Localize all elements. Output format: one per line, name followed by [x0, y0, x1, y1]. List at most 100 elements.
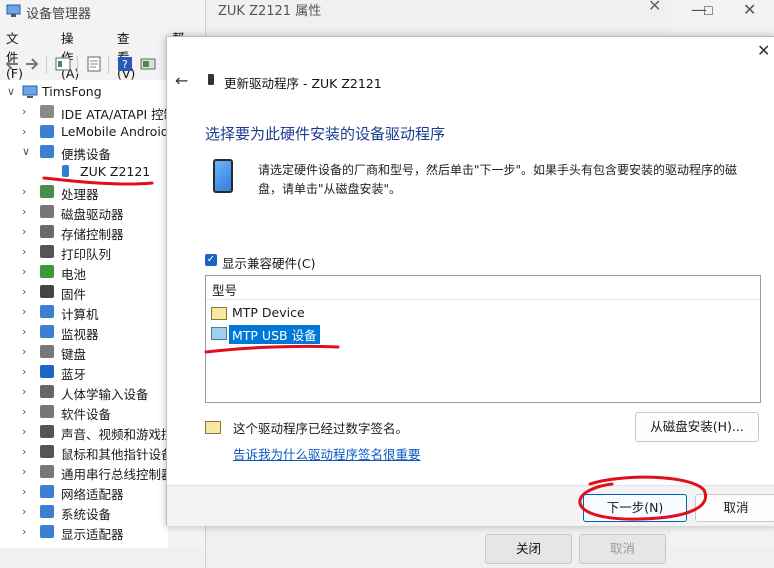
have-disk-button[interactable]: 从磁盘安装(H)...: [635, 412, 759, 442]
tree-category-item[interactable]: › LeMobile Android Device: [0, 122, 168, 142]
tree-item-label: 便携设备: [61, 147, 112, 162]
tree-category-item[interactable]: › 通用串行总线控制器: [0, 462, 168, 482]
show-compatible-checkbox[interactable]: ✓: [205, 254, 217, 266]
tree-item-label: LeMobile Android Device: [61, 124, 168, 139]
tree-category-item[interactable]: › 电池: [0, 262, 168, 282]
tree-category-item[interactable]: › 人体学输入设备: [0, 382, 168, 402]
chevron-right-icon[interactable]: ›: [22, 385, 32, 398]
chevron-down-icon[interactable]: ∨: [22, 145, 32, 158]
chevron-right-icon[interactable]: ›: [22, 405, 32, 418]
device-category-icon: [40, 505, 54, 518]
driver-icon: [211, 327, 227, 340]
chevron-right-icon[interactable]: ›: [22, 425, 32, 438]
device-category-icon: [40, 145, 54, 158]
chevron-right-icon[interactable]: ›: [22, 445, 32, 458]
tree-category-item[interactable]: › 蓝牙: [0, 362, 168, 382]
chevron-right-icon[interactable]: ›: [22, 245, 32, 258]
chevron-right-icon[interactable]: ›: [22, 325, 32, 338]
tree-category-item[interactable]: › 处理器: [0, 182, 168, 202]
tree-category-item[interactable]: › 监视器: [0, 322, 168, 342]
device-category-icon: [40, 425, 54, 438]
signature-help-link[interactable]: 告诉我为什么驱动程序签名很重要: [233, 444, 421, 463]
chevron-right-icon[interactable]: ›: [22, 185, 32, 198]
tree-item-label: 声音、视频和游戏控制器: [61, 427, 168, 442]
chevron-right-icon[interactable]: ›: [22, 525, 32, 538]
tree-item-label: 处理器: [61, 187, 99, 202]
device-category-icon: [40, 305, 54, 318]
tree-item-label: 磁盘驱动器: [61, 207, 124, 222]
device-category-icon: [40, 325, 54, 338]
show-compatible-label[interactable]: 显示兼容硬件(C): [222, 253, 315, 272]
tree-category-item[interactable]: › 存储控制器: [0, 222, 168, 242]
close-icon[interactable]: ✕: [648, 0, 661, 15]
chevron-right-icon[interactable]: ›: [22, 265, 32, 278]
tree-item-label: 通用串行总线控制器: [61, 467, 168, 482]
device-category-icon: [40, 485, 54, 498]
chevron-right-icon[interactable]: ›: [22, 505, 32, 518]
tree-category-item[interactable]: › 打印队列: [0, 242, 168, 262]
device-category-icon: [40, 385, 54, 398]
tree-item-label: 软件设备: [61, 407, 112, 422]
tree-category-item[interactable]: › 系统设备: [0, 502, 168, 522]
tree-category-item[interactable]: › 声音、视频和游戏控制器: [0, 422, 168, 442]
tree-category-item[interactable]: › 固件: [0, 282, 168, 302]
scan-hardware-icon[interactable]: [140, 56, 156, 72]
cancel-button[interactable]: 取消: [695, 494, 774, 522]
page-heading: 选择要为此硬件安装的设备驱动程序: [205, 125, 446, 143]
chevron-right-icon[interactable]: ›: [22, 125, 32, 138]
tree-category-item[interactable]: › 计算机: [0, 302, 168, 322]
tree-category-item[interactable]: › 网络适配器: [0, 482, 168, 502]
forward-arrow-icon[interactable]: [24, 56, 40, 72]
chevron-right-icon[interactable]: ›: [22, 485, 32, 498]
tree-root[interactable]: ∨ TimsFong: [0, 82, 168, 102]
chevron-right-icon[interactable]: ›: [22, 305, 32, 318]
chevron-down-icon[interactable]: ∨: [7, 85, 15, 98]
divider: [206, 299, 760, 300]
device-category-icon: [62, 165, 69, 177]
window-title: 设备管理器: [26, 7, 92, 22]
help-icon[interactable]: ?: [117, 56, 133, 72]
tree-item-label: 显示适配器: [61, 527, 124, 542]
model-list[interactable]: 型号 MTP Device MTP USB 设备: [205, 275, 761, 403]
device-category-icon: [40, 525, 54, 538]
tree-category-item[interactable]: › 磁盘驱动器: [0, 202, 168, 222]
toolbar-divider: [77, 56, 78, 74]
chevron-right-icon[interactable]: ›: [22, 365, 32, 378]
tree-item-label: 网络适配器: [61, 487, 124, 502]
maximize-icon[interactable]: ☐: [703, 4, 714, 18]
tree-category-item[interactable]: › IDE ATA/ATAPI 控制器: [0, 102, 168, 122]
tree-item-label: 蓝牙: [61, 367, 87, 382]
tree-item-label: 鼠标和其他指针设备: [61, 447, 168, 462]
device-category-icon: [40, 465, 54, 478]
chevron-right-icon[interactable]: ›: [22, 345, 32, 358]
chevron-right-icon[interactable]: ›: [22, 285, 32, 298]
tree-category-item[interactable]: › 显示适配器: [0, 522, 168, 542]
chevron-right-icon[interactable]: ›: [22, 225, 32, 238]
close-button[interactable]: 关闭: [485, 534, 572, 564]
device-category-icon: [40, 265, 54, 278]
certificate-icon: [205, 421, 221, 434]
chevron-right-icon[interactable]: ›: [22, 465, 32, 478]
toolbar-divider: [108, 56, 109, 74]
tree-category-item[interactable]: ∨ 便携设备: [0, 142, 168, 162]
tree-category-item[interactable]: › 键盘: [0, 342, 168, 362]
chevron-right-icon[interactable]: ›: [22, 205, 32, 218]
back-arrow-icon[interactable]: ←: [175, 71, 188, 90]
update-driver-dialog: ✕ ← 更新驱动程序 - ZUK Z2121 选择要为此硬件安装的设备驱动程序 …: [166, 36, 774, 526]
chevron-right-icon[interactable]: ›: [22, 105, 32, 118]
properties-title: ZUK Z2121 属性: [218, 4, 322, 19]
tree-device-item[interactable]: ›ZUK Z2121: [0, 162, 168, 182]
properties-view-icon[interactable]: [55, 56, 71, 72]
device-category-icon: [40, 365, 54, 378]
tree-item-label: 存储控制器: [61, 227, 124, 242]
tree-category-item[interactable]: › 鼠标和其他指针设备: [0, 442, 168, 462]
tree-category-item[interactable]: › 软件设备: [0, 402, 168, 422]
properties-icon[interactable]: [86, 56, 102, 72]
close-icon[interactable]: ✕: [757, 41, 770, 60]
back-arrow-icon[interactable]: [4, 56, 20, 72]
next-button[interactable]: 下一步(N): [583, 494, 687, 522]
tree-root-label: TimsFong: [42, 84, 102, 99]
close-icon[interactable]: ✕: [743, 0, 756, 19]
computer-icon: [22, 85, 38, 98]
device-category-icon: [40, 205, 54, 218]
